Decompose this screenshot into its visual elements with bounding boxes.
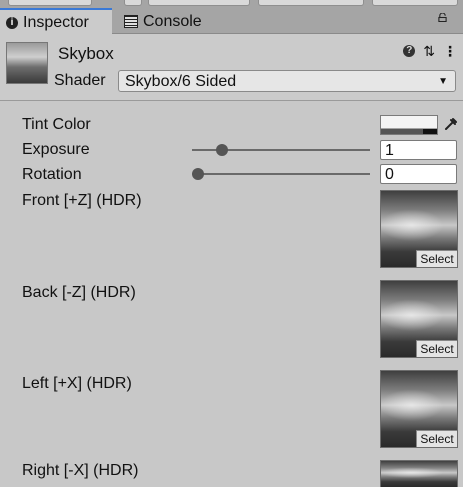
toolbar-nub	[8, 0, 92, 6]
preset-icon[interactable]: ⇅	[423, 44, 435, 58]
front-texture-slot[interactable]: Select	[380, 190, 458, 268]
select-button[interactable]: Select	[416, 340, 457, 357]
more-options-icon[interactable]: ⋮	[443, 44, 457, 58]
tab-bar: i Inspector Console	[0, 8, 463, 35]
left-texture-slot[interactable]: Select	[380, 370, 458, 448]
tab-label: Inspector	[23, 13, 89, 31]
dropdown-arrow-icon: ▼	[438, 76, 448, 87]
left-texture-label: Left [+X] (HDR)	[22, 375, 132, 392]
right-texture-label: Right [-X] (HDR)	[22, 462, 139, 479]
shader-label: Shader	[54, 72, 106, 89]
toolbar-nub	[258, 0, 364, 6]
exposure-label: Exposure	[22, 141, 90, 158]
exposure-slider-handle[interactable]	[216, 144, 229, 156]
eyedropper-icon[interactable]	[443, 116, 457, 132]
front-texture-label: Front [+Z] (HDR)	[22, 192, 142, 209]
right-texture-slot[interactable]	[380, 460, 458, 487]
material-preview-thumbnail	[6, 42, 48, 84]
tint-color-swatch[interactable]	[380, 115, 438, 135]
tab-inspector[interactable]: i Inspector	[0, 8, 112, 35]
toolbar-nub	[148, 0, 250, 6]
material-header: Skybox ? ⇅ ⋮ Shader Skybox/6 Sided ▼	[0, 34, 463, 101]
exposure-input[interactable]: 1	[380, 140, 457, 160]
tint-color-label: Tint Color	[22, 116, 91, 133]
help-icon[interactable]: ?	[403, 45, 416, 57]
shader-value: Skybox/6 Sided	[125, 73, 237, 90]
toolbar-nub	[372, 0, 458, 6]
material-name: Skybox	[58, 44, 114, 63]
rotation-label: Rotation	[22, 166, 82, 183]
back-texture-label: Back [-Z] (HDR)	[22, 284, 136, 301]
rotation-input[interactable]: 0	[380, 164, 457, 184]
tab-console[interactable]: Console	[118, 10, 238, 33]
select-button[interactable]: Select	[416, 430, 457, 447]
info-icon: i	[6, 16, 18, 29]
select-button[interactable]: Select	[416, 250, 457, 267]
window-top-strip	[0, 0, 463, 8]
toolbar-nub	[124, 0, 142, 6]
back-texture-slot[interactable]: Select	[380, 280, 458, 358]
lock-icon[interactable]	[438, 13, 447, 22]
tab-label: Console	[143, 12, 202, 30]
console-icon	[124, 15, 138, 28]
shader-dropdown[interactable]: Skybox/6 Sided ▼	[118, 70, 456, 92]
rotation-slider-track[interactable]	[198, 173, 370, 175]
rotation-slider-handle[interactable]	[192, 168, 204, 180]
